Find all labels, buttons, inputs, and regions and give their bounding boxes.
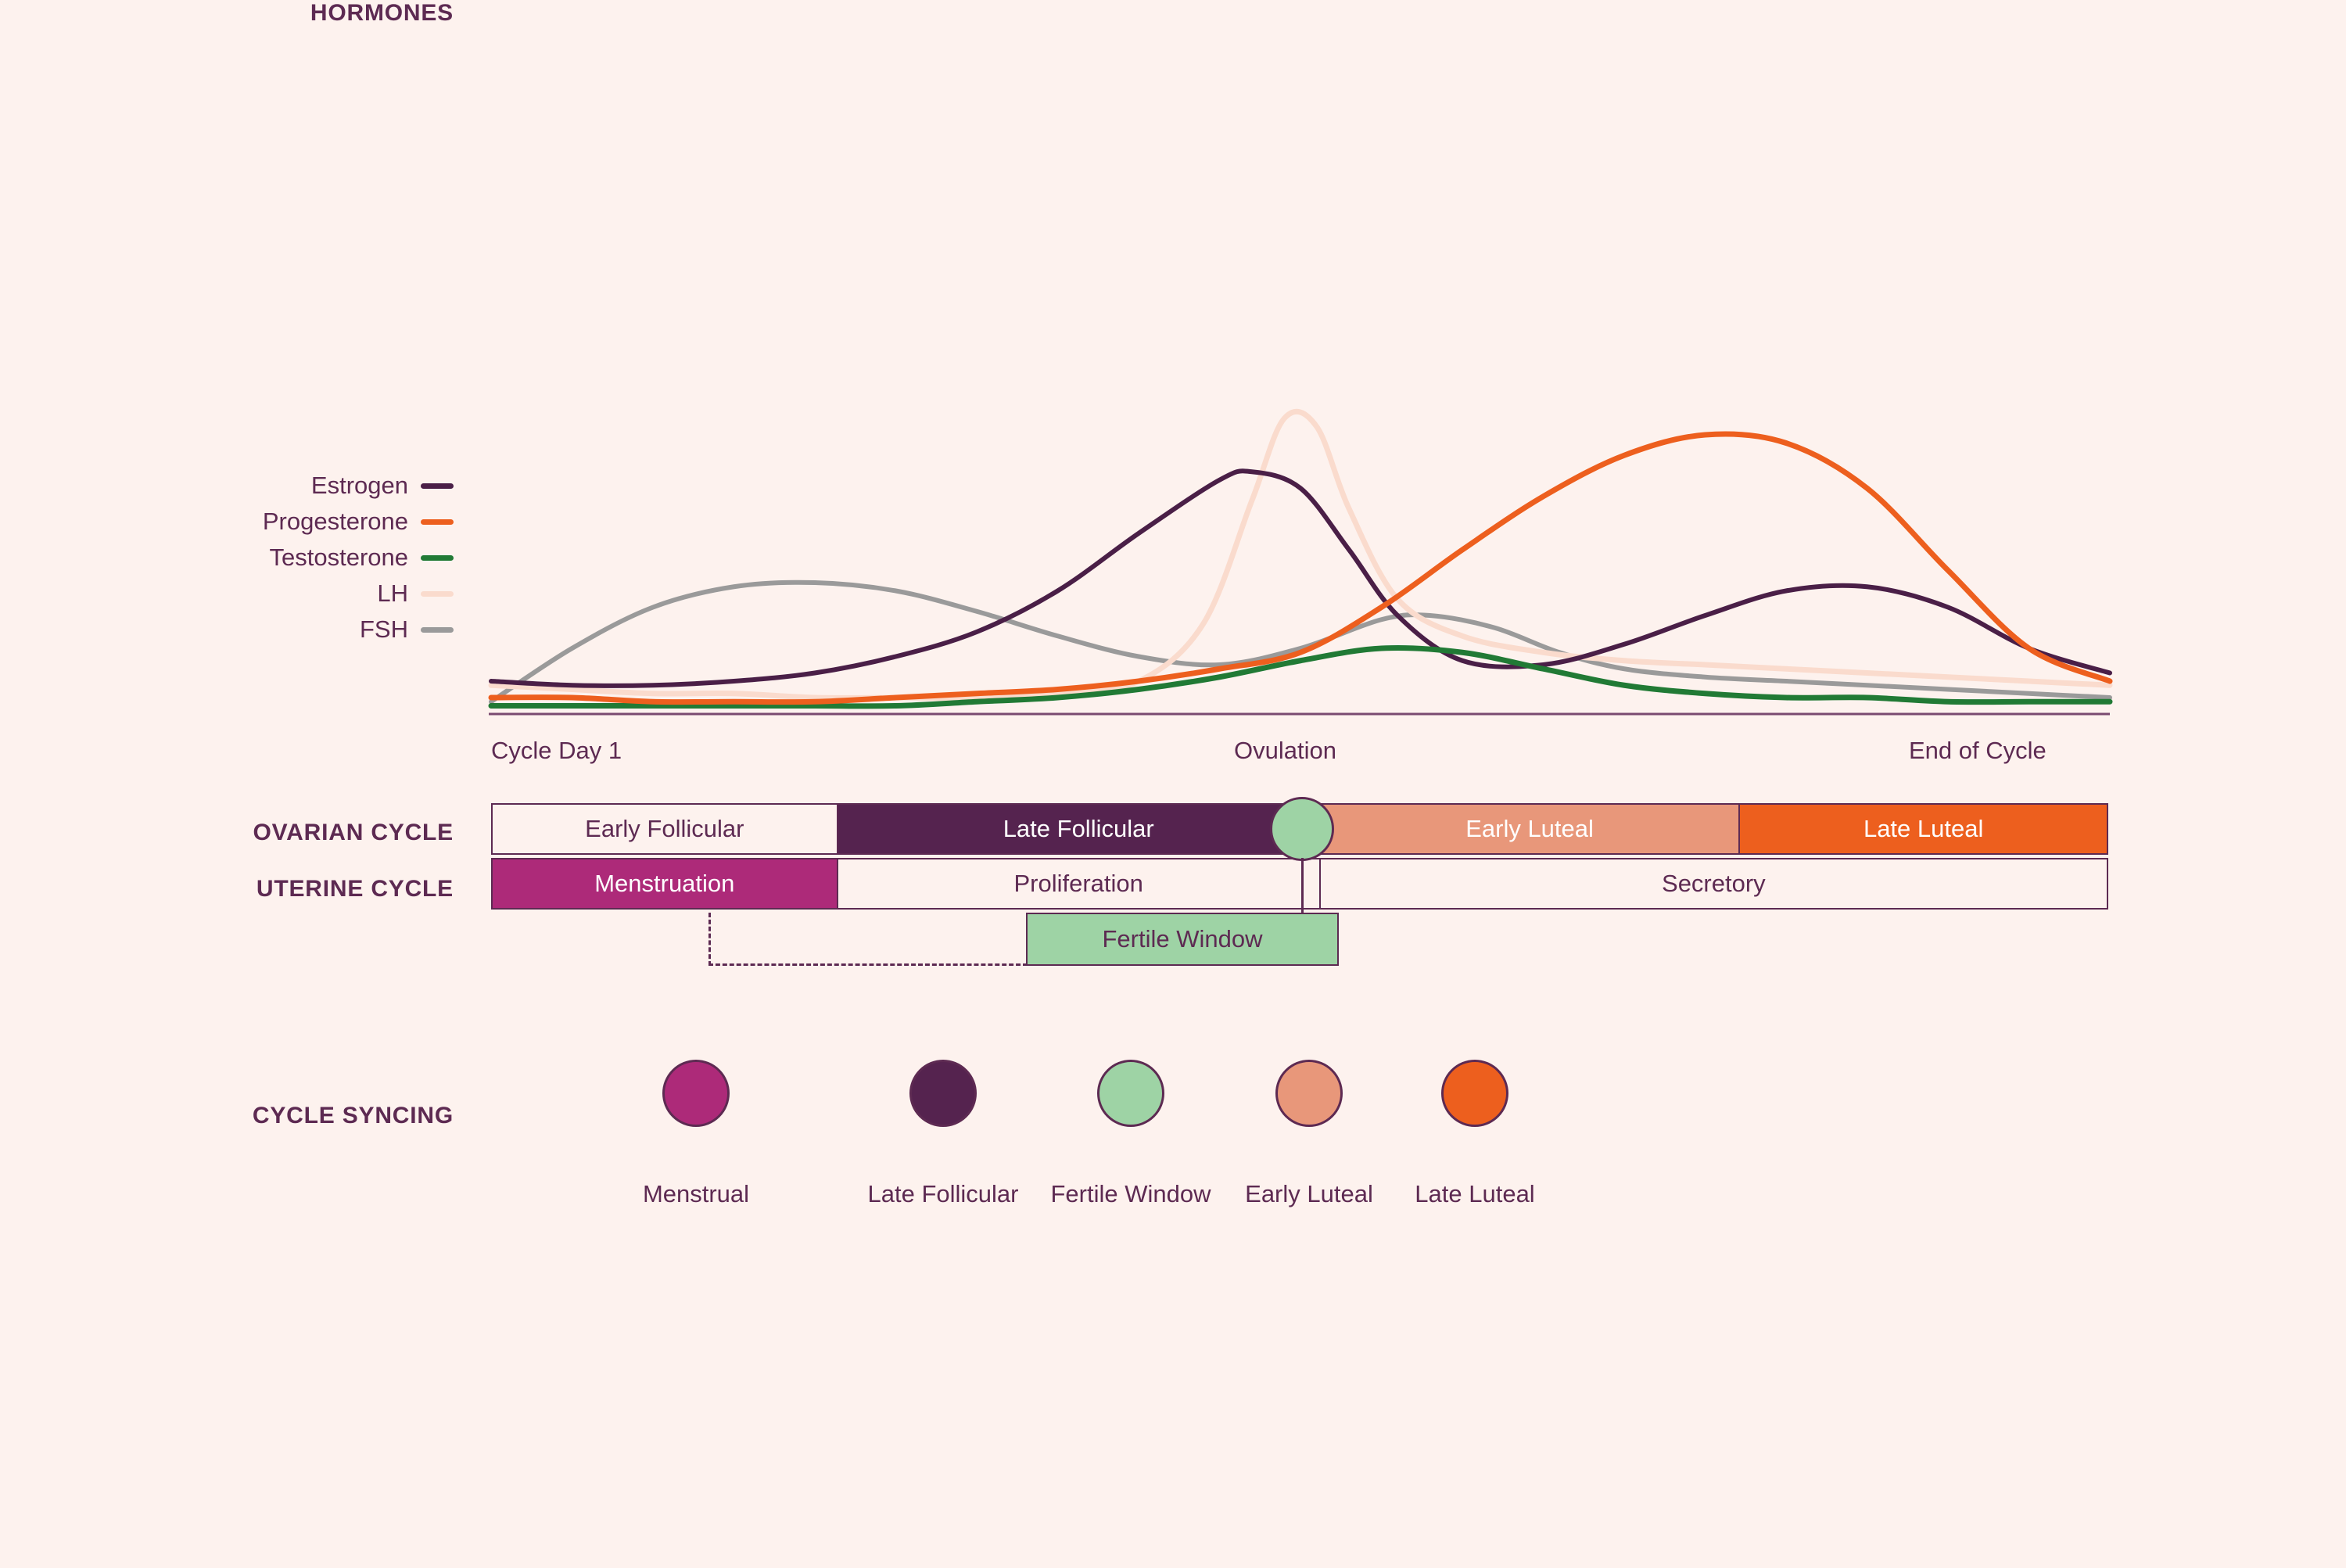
fertile-window-dashed-connector: [708, 913, 1028, 966]
cycle-syncing-dot: [1097, 1060, 1164, 1127]
cycle-syncing-label: Late Luteal: [1415, 1180, 1535, 1207]
uterine-cycle-title: UTERINE CYCLE: [256, 876, 454, 902]
phase-segment: Menstruation: [493, 859, 837, 908]
cycle-syncing-dot: [909, 1060, 977, 1127]
ovarian-cycle-title: OVARIAN CYCLE: [253, 820, 454, 845]
axis-label-ovulation: Ovulation: [1234, 737, 1336, 764]
phase-segment: Late Luteal: [1738, 805, 2107, 853]
infographic-canvas: HORMONES Estrogen Progesterone Testosteron…: [0, 0, 2346, 1568]
legend-label: Progesterone: [262, 508, 408, 535]
ovulation-marker-circle: [1270, 797, 1334, 861]
hormone-curve-testosterone: [488, 644, 2113, 709]
hormone-curve-fsh: [489, 579, 2112, 705]
hormone-curves-svg: [488, 408, 2113, 716]
hormone-legend: Estrogen Progesterone Testosterone LH FSH: [0, 468, 454, 648]
legend-row: Progesterone: [0, 504, 454, 540]
cycle-syncing-item: Late Luteal: [1358, 1060, 1592, 1208]
hormone-curves-chart: [485, 297, 2135, 723]
phase-segment: Early Luteal: [1318, 805, 1739, 853]
legend-label: Estrogen: [310, 472, 408, 499]
phase-segment: Early Follicular: [493, 805, 837, 853]
uterine-cycle-bar: Menstruation Proliferation Secretory: [491, 858, 2108, 910]
phase-segment: Secretory: [1318, 859, 2107, 908]
ovulation-connector-line: [1301, 858, 1304, 913]
legend-row: FSH: [0, 612, 454, 648]
cycle-syncing-dot: [662, 1060, 730, 1127]
axis-label-end-of-cycle: End of Cycle: [1909, 737, 2046, 764]
legend-color-swatch: [421, 626, 454, 633]
legend-row: Testosterone: [0, 540, 454, 576]
phase-segment: Proliferation: [836, 859, 1319, 908]
legend-color-swatch: [421, 590, 454, 597]
legend-label: FSH: [360, 615, 408, 643]
legend-color-swatch: [421, 554, 454, 561]
cycle-syncing-title: CYCLE SYNCING: [252, 1103, 454, 1128]
legend-color-swatch: [421, 483, 454, 489]
cycle-syncing-dot: [1275, 1060, 1343, 1127]
cycle-syncing-item: Menstrual: [579, 1060, 813, 1208]
cycle-syncing-items: Menstrual Late Follicular Fertile Window Ea…: [469, 1060, 2150, 1232]
legend-row: LH: [0, 576, 454, 612]
legend-row: Estrogen: [0, 468, 454, 504]
legend-label: Testosterone: [269, 544, 409, 571]
legend-label: LH: [377, 579, 408, 607]
hormones-section-title: HORMONES: [310, 0, 454, 26]
cycle-syncing-label: Menstrual: [642, 1180, 750, 1207]
curve-group: [488, 408, 2113, 709]
cycle-syncing-dot: [1441, 1060, 1508, 1127]
legend-color-swatch: [421, 518, 454, 525]
axis-label-cycle-day-1: Cycle Day 1: [491, 737, 622, 764]
phase-segment: Late Follicular: [836, 805, 1319, 853]
fertile-window-box: Fertile Window: [1026, 913, 1339, 966]
